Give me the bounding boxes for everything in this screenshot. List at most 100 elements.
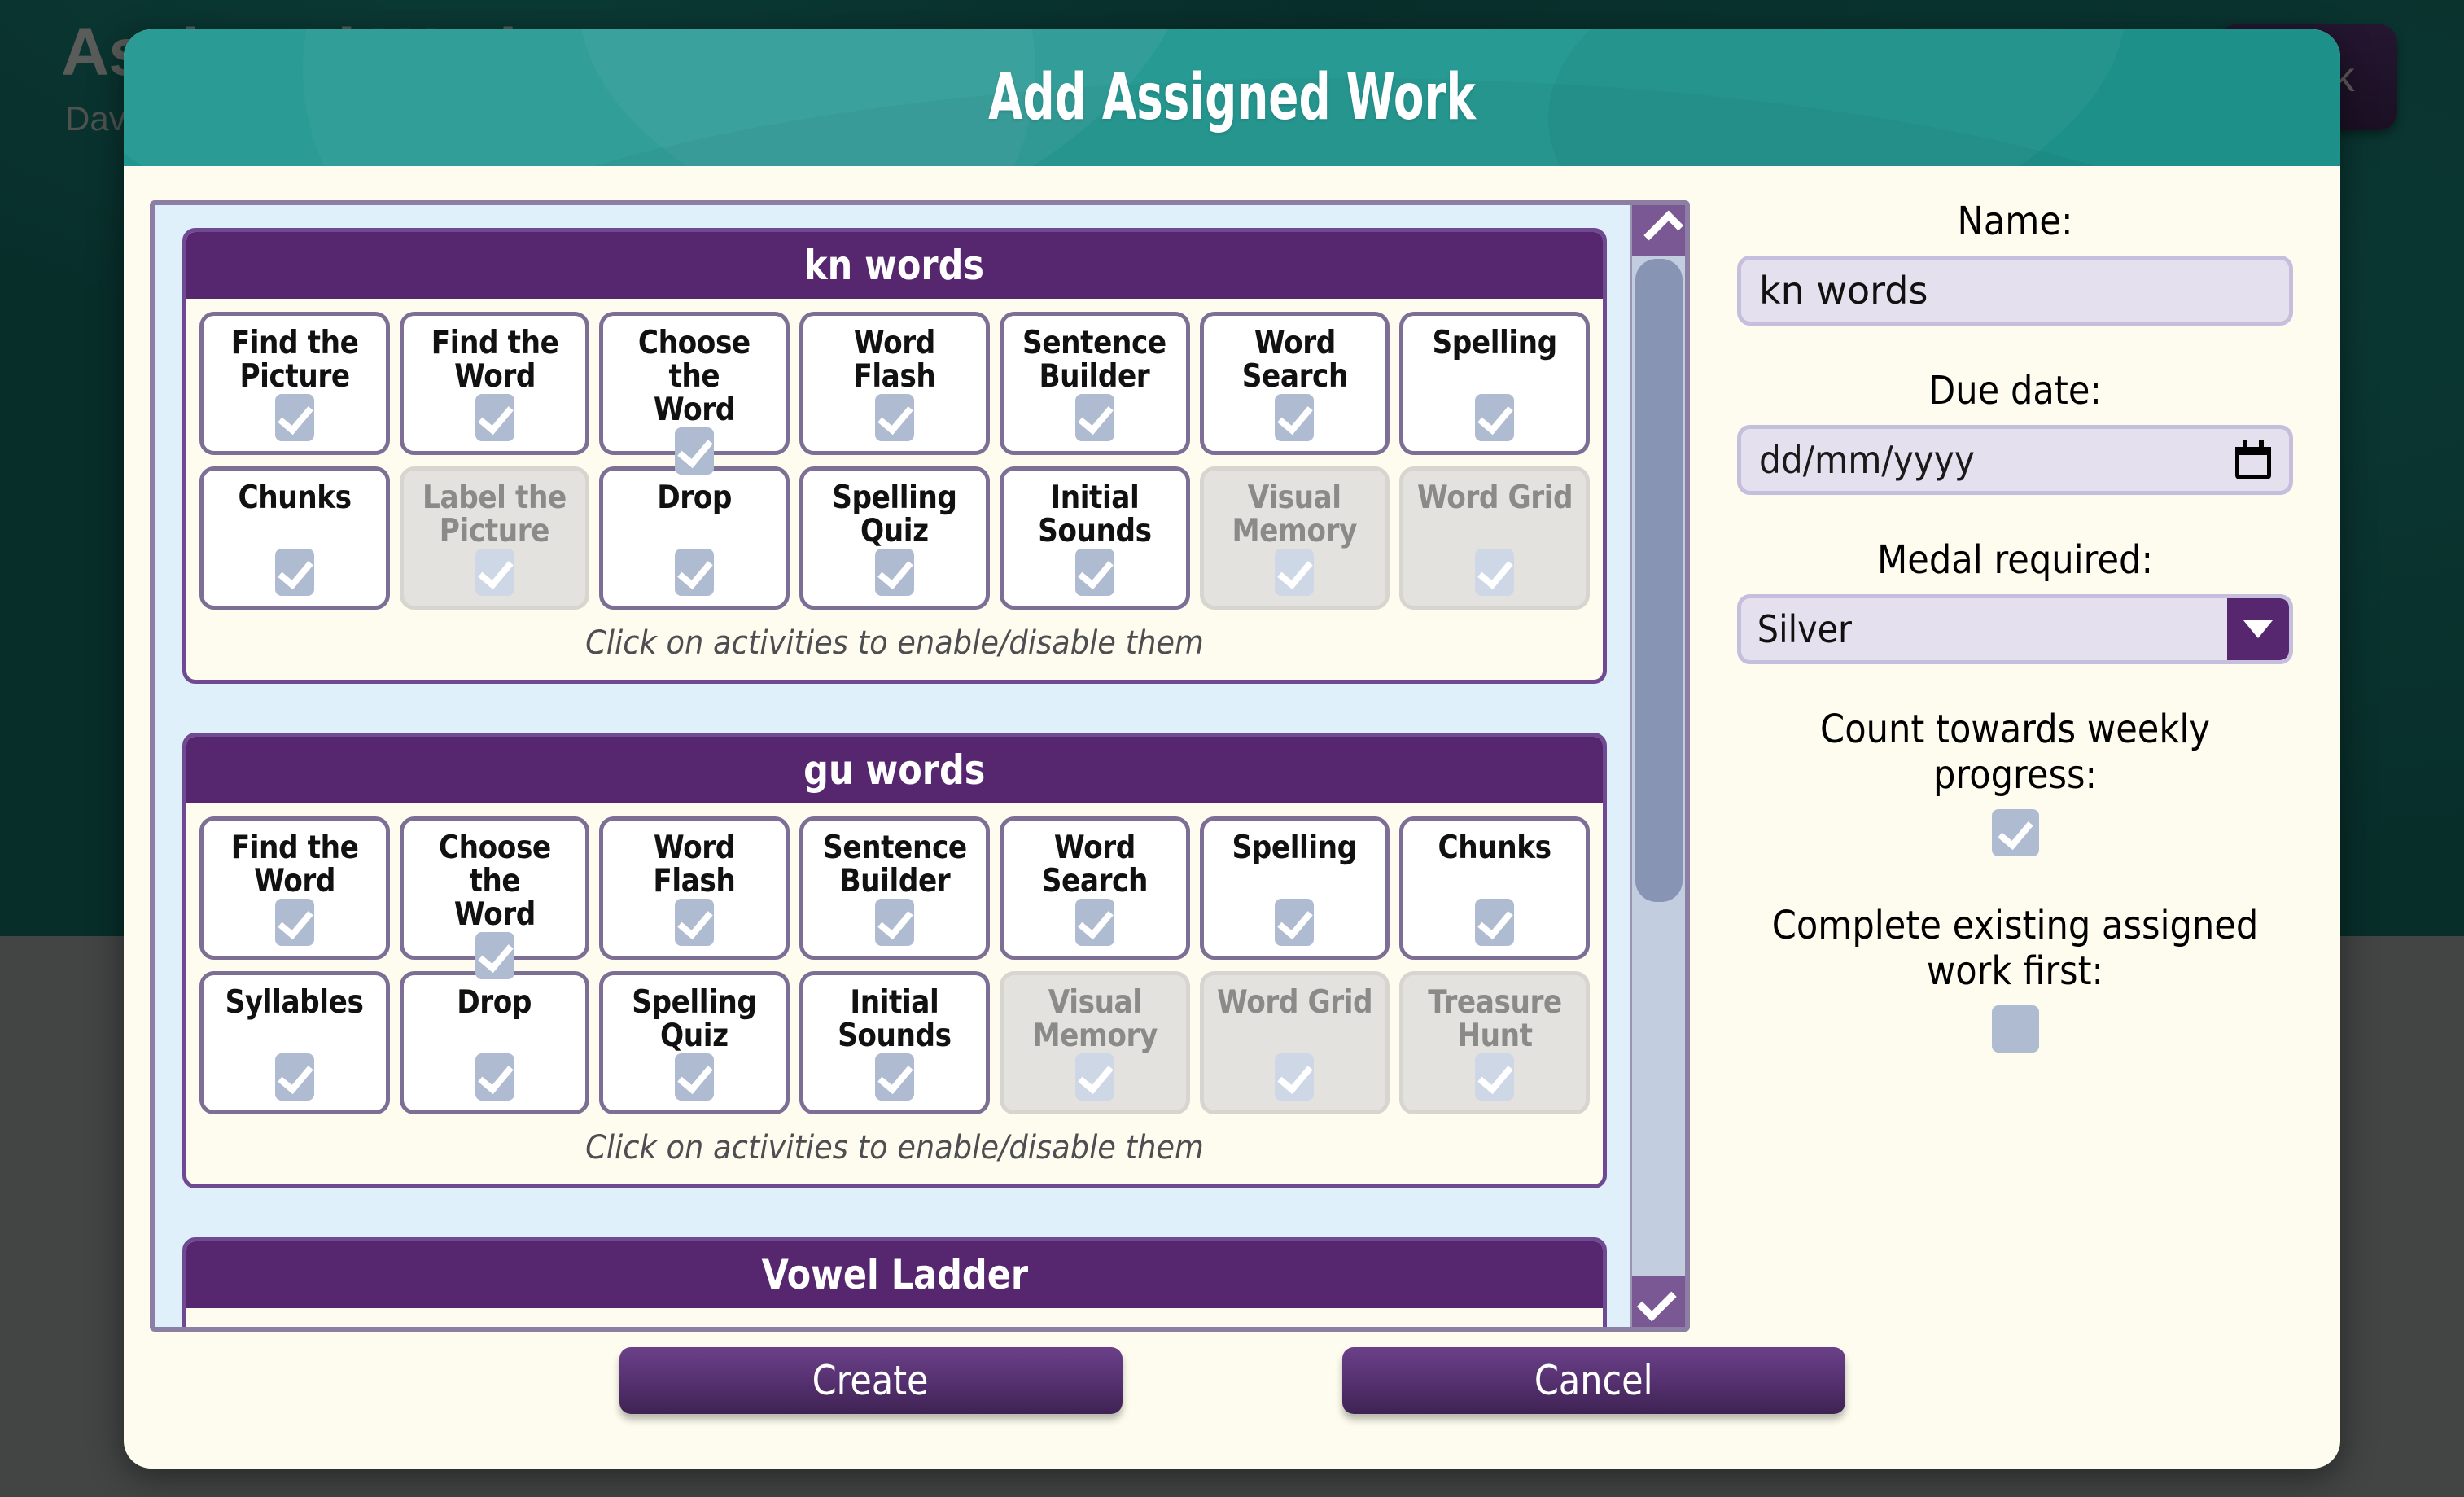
scrollbar-track[interactable] [1632,256,1685,1276]
activity-card[interactable]: Spelling Quiz [799,466,990,610]
activity-card-checkbox[interactable] [875,899,915,946]
activity-card[interactable]: Find the Picture [199,312,390,455]
activity-card-checkbox[interactable] [1275,394,1315,441]
activity-card[interactable]: Choose the Word [399,816,590,979]
activity-card[interactable]: Word Grid [1199,971,1390,1114]
activity-card-checkbox[interactable] [1275,549,1315,596]
due-date-field-block: Due date: dd/mm/yyyy [1737,368,2293,495]
activity-card-checkbox[interactable] [1475,899,1515,946]
activity-card-label: Find the Word [431,325,558,395]
activity-card-checkbox[interactable] [675,549,715,596]
activity-group-title-text: kn words [804,242,985,289]
activity-card-checkbox[interactable] [274,899,314,946]
activity-card-checkbox[interactable] [875,394,915,441]
activity-card-checkbox[interactable] [875,1053,915,1101]
activity-card-checkbox[interactable] [875,549,915,596]
activity-card[interactable]: Drop [399,971,590,1114]
vertical-scrollbar[interactable] [1630,205,1685,1327]
activity-card-checkbox[interactable] [1475,394,1515,441]
medal-select[interactable]: Silver [1737,594,2293,664]
chevron-down-icon [1636,1281,1677,1322]
cancel-button[interactable]: Cancel [1341,1347,1845,1414]
activity-card-label: Drop [657,479,733,516]
activity-card-checkbox[interactable] [274,549,314,596]
complete-existing-label: Complete existing assigned work first: [1771,903,2259,994]
activity-card[interactable]: Sentence Builder [999,312,1190,455]
activity-card-checkbox[interactable] [675,1053,715,1101]
activity-card[interactable]: Word Flash [799,312,990,455]
activity-card[interactable]: Word Grid [1399,466,1591,610]
complete-existing-block: Complete existing assigned work first: [1737,903,2293,1057]
activity-card[interactable]: Syllables [199,971,390,1114]
activity-row: Find the Word Choose the Word Word Flash Se… [199,816,1591,979]
activity-card-checkbox[interactable] [1475,1053,1515,1101]
activity-card-checkbox[interactable] [1275,899,1315,946]
cancel-button-label: Cancel [1534,1357,1653,1404]
scroll-up-button[interactable] [1632,205,1685,256]
activity-card-label: Find the Word [230,829,359,900]
activity-card-checkbox[interactable] [475,394,514,441]
activity-card-label: Chunks [1438,829,1552,866]
activity-group-title-text: gu words [803,746,986,794]
activity-group-body [186,1308,1603,1327]
activity-card[interactable]: Word Search [999,816,1190,960]
activity-card-label: Initial Sounds [1037,479,1152,549]
activity-card-label: Visual Memory [1032,984,1158,1054]
chevron-down-icon [2243,620,2273,638]
calendar-icon[interactable] [2235,440,2271,479]
activity-card[interactable]: Visual Memory [1199,466,1390,610]
activity-card-checkbox[interactable] [475,931,514,979]
name-input[interactable]: kn words [1737,256,2293,326]
activity-card-label: Word Grid [1416,479,1573,516]
scroll-down-button[interactable] [1632,1276,1685,1327]
activity-card[interactable]: Initial Sounds [999,466,1190,610]
activity-card[interactable]: Initial Sounds [799,971,990,1114]
activity-card[interactable]: Spelling [1399,312,1591,455]
activity-card[interactable]: Find the Word [199,816,390,960]
activity-card[interactable]: Chunks [199,466,390,610]
weekly-progress-block: Count towards weekly progress: [1737,707,2293,860]
weekly-progress-row [1737,809,2293,860]
activity-card-checkbox[interactable] [274,394,314,441]
create-button[interactable]: Create [619,1347,1123,1414]
scrollbar-thumb[interactable] [1635,259,1683,902]
activity-card-label: Spelling [1432,325,1558,361]
activity-card[interactable]: Find the Word [399,312,590,455]
activity-card[interactable]: Visual Memory [999,971,1190,1114]
activity-card-label: Visual Memory [1232,479,1358,549]
activity-card-label: Drop [457,984,532,1021]
activity-card-checkbox[interactable] [274,1053,314,1101]
activity-card-checkbox[interactable] [1074,899,1114,946]
activity-card-label: Choose the Word [638,325,751,428]
activity-card-label: Syllables [225,984,364,1021]
activity-card[interactable]: Treasure Hunt [1399,971,1591,1114]
activity-card[interactable]: Drop [599,466,790,610]
activity-group-title: Vowel Ladder [186,1241,1603,1308]
activity-card-checkbox[interactable] [1475,549,1515,596]
activity-card-checkbox[interactable] [1074,1053,1114,1101]
activity-card-checkbox[interactable] [675,427,715,475]
activity-card[interactable]: Spelling [1199,816,1390,960]
activity-card[interactable]: Word Flash [599,816,790,960]
due-date-input[interactable]: dd/mm/yyyy [1737,425,2293,495]
dialog-body: kn words Find the Picture Find the Word Cho… [124,166,2340,1332]
weekly-progress-label: Count towards weekly progress: [1820,707,2210,798]
activity-card-checkbox[interactable] [475,549,514,596]
activity-groups-scroll-pane: kn words Find the Picture Find the Word Cho… [150,200,1690,1332]
activity-card[interactable]: Word Search [1199,312,1390,455]
activity-card-checkbox[interactable] [1074,549,1114,596]
activity-card-checkbox[interactable] [675,899,715,946]
activity-card-checkbox[interactable] [1275,1053,1315,1101]
activity-card[interactable]: Label the Picture [399,466,590,610]
complete-existing-checkbox[interactable] [1991,1005,2039,1053]
activity-card[interactable]: Sentence Builder [799,816,990,960]
dropdown-arrow-button[interactable] [2227,598,2289,660]
activity-card[interactable]: Chunks [1399,816,1591,960]
activity-card-checkbox[interactable] [475,1053,514,1101]
activity-card-checkbox[interactable] [1074,394,1114,441]
activity-group-hint: Click on activities to enable/disable th… [585,1129,1204,1167]
weekly-progress-checkbox[interactable] [1991,809,2039,856]
activity-card[interactable]: Spelling Quiz [599,971,790,1114]
assignment-form: Name: kn words Due date: dd/mm/yyyy Meda… [1690,166,2340,1307]
activity-card[interactable]: Choose the Word [599,312,790,475]
